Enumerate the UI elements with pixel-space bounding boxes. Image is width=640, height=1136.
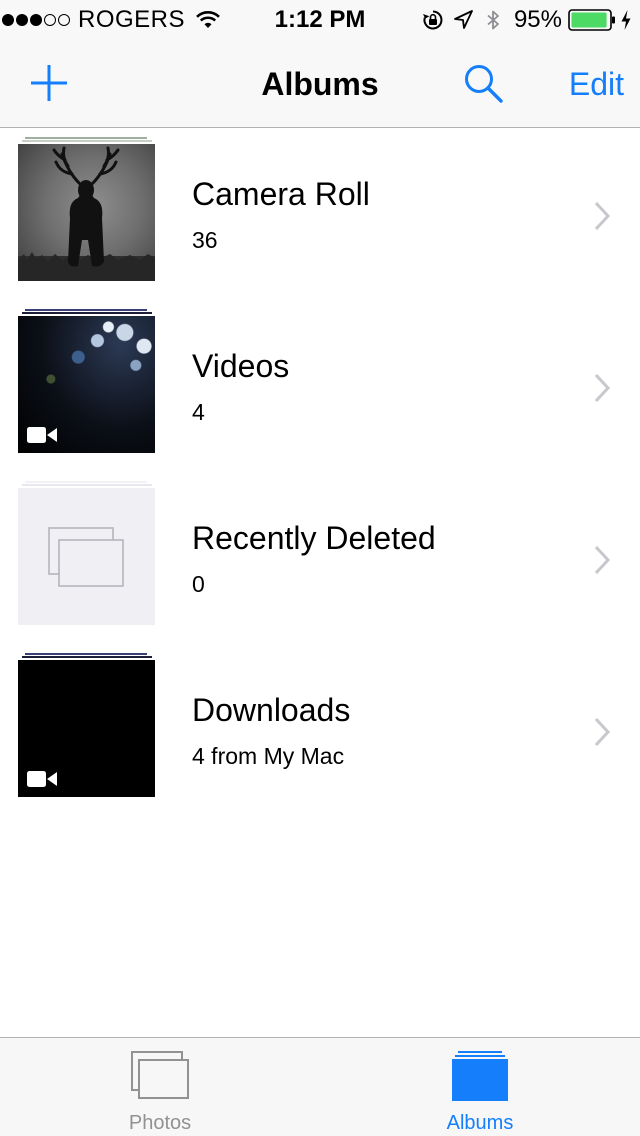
album-row-videos[interactable]: Videos 4 [0, 300, 640, 472]
signal-dot [16, 14, 28, 26]
album-name: Camera Roll [192, 176, 370, 212]
rotation-lock-icon [422, 10, 443, 30]
album-stack-edge [25, 653, 147, 655]
album-name: Downloads [192, 692, 351, 728]
albums-tab-icon [452, 1051, 508, 1101]
signal-dot [30, 14, 42, 26]
album-stack-edge [25, 481, 147, 483]
plus-icon [31, 65, 67, 101]
bluetooth-icon [487, 10, 499, 30]
album-row-recently-deleted[interactable]: Recently Deleted 0 [0, 472, 640, 644]
album-name: Recently Deleted [192, 520, 436, 556]
search-button[interactable] [462, 62, 504, 104]
edit-button[interactable]: Edit [569, 40, 624, 128]
chevron-right-icon [594, 717, 611, 747]
search-icon [465, 65, 503, 103]
chevron-right-icon [594, 373, 611, 403]
photos-tab-icon [131, 1051, 189, 1099]
album-row-downloads[interactable]: Downloads 4 from My Mac [0, 644, 640, 816]
album-count: 4 [192, 399, 205, 425]
tab-label: Albums [446, 1112, 514, 1134]
album-list: Camera Roll 36 Videos 4 Recently Deleted… [0, 128, 640, 1036]
album-row-camera-roll[interactable]: Camera Roll 36 [0, 128, 640, 300]
chevron-right-icon [594, 201, 611, 231]
deer-silhouette-photo [18, 146, 155, 281]
chevron-right-icon [594, 545, 611, 575]
navigation-bar: Albums Edit [0, 40, 640, 128]
wifi-icon [196, 11, 220, 28]
status-right: 95% [414, 0, 632, 40]
status-left: ROGERS [0, 0, 221, 40]
album-count: 4 from My Mac [192, 743, 345, 769]
signal-dot [58, 14, 70, 26]
album-stack-edge [25, 309, 147, 311]
photos-app: ROGERS 1:12 PM 95% Albums Edit Camera Ro… [0, 0, 640, 1136]
album-thumbnail [18, 316, 155, 453]
album-count: 36 [192, 227, 218, 253]
album-thumbnail [18, 144, 155, 281]
album-stack-edge [22, 484, 152, 486]
tab-photos[interactable]: Photos [0, 1038, 320, 1136]
signal-dot [44, 14, 56, 26]
carrier-name: ROGERS [78, 6, 186, 33]
battery-icon [568, 9, 615, 31]
tab-bar: Photos Albums [0, 1037, 640, 1136]
add-album-button[interactable] [28, 62, 70, 104]
album-count: 0 [192, 571, 205, 597]
location-arrow-icon [454, 10, 473, 29]
signal-strength-icon [2, 14, 72, 26]
video-camera-icon [27, 427, 57, 443]
lightning-bolt-icon [621, 10, 631, 30]
signal-dot [2, 14, 14, 26]
album-stack-edge [22, 312, 152, 314]
tab-albums[interactable]: Albums [320, 1038, 640, 1136]
status-bar: ROGERS 1:12 PM 95% [0, 0, 640, 40]
album-name: Videos [192, 348, 290, 384]
video-camera-icon [27, 771, 57, 787]
album-stack-edge [22, 140, 152, 142]
page-title: Albums [261, 66, 379, 102]
album-stack-edge [22, 656, 152, 658]
album-thumbnail [18, 488, 155, 625]
battery-percent: 95% [513, 6, 562, 33]
empty-album-placeholder-icon [48, 527, 124, 587]
album-thumbnail [18, 660, 155, 797]
tab-label: Photos [128, 1112, 192, 1134]
album-stack-edge [25, 137, 147, 139]
